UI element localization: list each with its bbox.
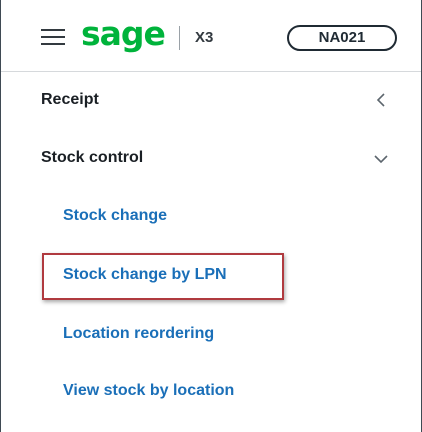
chevron-down-icon: [374, 155, 388, 164]
submenu-item-stock-change[interactable]: Stock change: [63, 206, 167, 226]
folder-selector[interactable]: NA021: [287, 25, 397, 51]
submenu-item-stock-change-by-lpn[interactable]: Stock change by LPN: [63, 265, 227, 285]
hamburger-bar: [41, 36, 65, 38]
chevron-left-icon: [376, 93, 385, 107]
hamburger-menu-icon[interactable]: [41, 28, 65, 46]
menu-item-stock-control[interactable]: Stock control: [1, 130, 421, 186]
hamburger-bar: [41, 29, 65, 31]
submenu-item-view-stock-by-location[interactable]: View stock by location: [63, 381, 234, 401]
logo-divider: [179, 26, 180, 50]
mobile-app-frame: sage X3 NA021 Receipt Stock control Stoc…: [0, 0, 422, 432]
menu-item-label: Stock control: [41, 149, 144, 166]
hamburger-bar: [41, 43, 65, 45]
menu-item-label: Receipt: [41, 91, 99, 108]
app-header: sage X3 NA021: [1, 0, 421, 72]
product-name: X3: [195, 29, 214, 46]
sage-logo: sage: [81, 14, 166, 53]
menu-item-receipt[interactable]: Receipt: [1, 72, 421, 128]
submenu-item-location-reordering[interactable]: Location reordering: [63, 324, 214, 344]
